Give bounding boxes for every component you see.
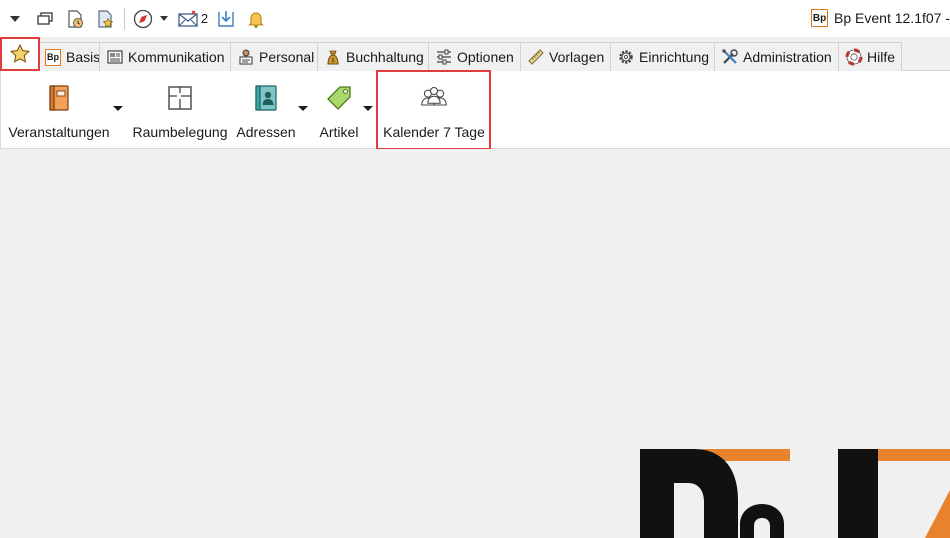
mail-count: 2 <box>200 11 209 26</box>
windows-icon <box>37 11 53 25</box>
tab-label: Vorlagen <box>549 49 605 65</box>
tab-label: Optionen <box>457 49 514 65</box>
kommunikation-icon <box>106 48 124 66</box>
caret-down-icon <box>10 15 20 22</box>
recent-document-icon <box>68 9 83 28</box>
personal-icon <box>237 48 255 66</box>
book-icon <box>45 84 73 112</box>
veranstaltungen-button[interactable]: Veranstaltungen <box>8 71 110 149</box>
workspace <box>0 149 950 538</box>
tab-buchhaltung[interactable]: $ Buchhaltung <box>317 42 431 71</box>
ribbon-button-label: Adressen <box>236 124 296 140</box>
tab-einrichtung[interactable]: Einrichtung <box>610 42 717 71</box>
navigator-dropdown[interactable] <box>157 7 171 31</box>
tab-optionen[interactable]: Optionen <box>428 42 521 71</box>
tab-label: Buchhaltung <box>346 49 424 65</box>
tag-icon <box>325 84 353 112</box>
tab-label: Basis <box>66 49 101 65</box>
tab-basis[interactable]: Bp Basis <box>37 42 108 71</box>
buchhaltung-icon: $ <box>324 48 342 66</box>
tab-personal[interactable]: Personal <box>230 42 322 71</box>
sliders-icon <box>435 48 453 66</box>
star-icon <box>9 43 31 63</box>
floorplan-icon <box>166 84 194 112</box>
navigator-button[interactable] <box>129 7 157 31</box>
raumbelegung-button[interactable]: Raumbelegung <box>132 71 228 149</box>
tab-administration[interactable]: Administration <box>714 42 839 71</box>
favorite-document-icon <box>98 9 114 28</box>
highlight-box <box>376 70 491 150</box>
caret-down-icon <box>160 16 168 21</box>
bell-icon <box>248 12 264 28</box>
gear-icon <box>617 48 635 66</box>
adressen-dropdown[interactable] <box>298 106 308 111</box>
favorite-documents-button[interactable] <box>90 7 120 31</box>
artikel-button[interactable]: Artikel <box>315 71 363 149</box>
tab-label: Administration <box>743 49 832 65</box>
contact-card-icon <box>252 84 280 112</box>
ribbon-button-label: Artikel <box>319 124 359 140</box>
quick-access-toolbar: 2 <box>0 0 271 37</box>
tab-vorlagen[interactable]: Vorlagen <box>520 42 612 71</box>
adressen-button[interactable]: Adressen <box>236 71 296 149</box>
tab-favorites[interactable] <box>0 37 40 71</box>
bp-event-logo <box>640 449 950 538</box>
tab-hilfe[interactable]: Hilfe <box>838 42 903 71</box>
notifications-button[interactable] <box>241 7 271 31</box>
lifebuoy-icon <box>845 48 863 66</box>
ruler-icon <box>527 48 545 66</box>
download-icon <box>218 10 234 27</box>
ribbon-button-label: Raumbelegung <box>132 124 228 140</box>
ribbon-button-label: Veranstaltungen <box>8 124 110 140</box>
mail-icon <box>178 10 198 27</box>
windows-button[interactable] <box>30 7 60 31</box>
separator <box>124 7 125 30</box>
compass-icon <box>133 9 153 28</box>
veranstaltungen-dropdown[interactable] <box>113 106 123 111</box>
tab-label: Kommunikation <box>128 49 225 65</box>
ribbon-tab-bar: Bp Basis Kommunikation Personal $ Buchha… <box>0 37 950 71</box>
app-title: Bp Event 12.1f07 - <box>834 10 950 26</box>
bp-logo-icon: Bp <box>44 48 62 66</box>
recent-documents-button[interactable] <box>60 7 90 31</box>
quick-access-menu-button[interactable] <box>0 7 30 31</box>
app-title-area: Bp Bp Event 12.1f07 - <box>811 7 950 29</box>
artikel-dropdown[interactable] <box>363 106 373 111</box>
tab-kommunikation[interactable]: Kommunikation <box>99 42 232 71</box>
app-logo: Bp <box>811 9 829 27</box>
download-button[interactable] <box>211 7 241 31</box>
tools-icon <box>721 48 739 66</box>
tab-label: Personal <box>259 49 315 65</box>
svg-text:$: $ <box>331 57 335 64</box>
mail-button[interactable]: 2 <box>175 7 211 31</box>
tab-label: Hilfe <box>867 49 896 65</box>
title-bar: 2 Bp Bp Event 12.1f07 - <box>0 0 950 37</box>
tab-label: Einrichtung <box>639 49 710 65</box>
